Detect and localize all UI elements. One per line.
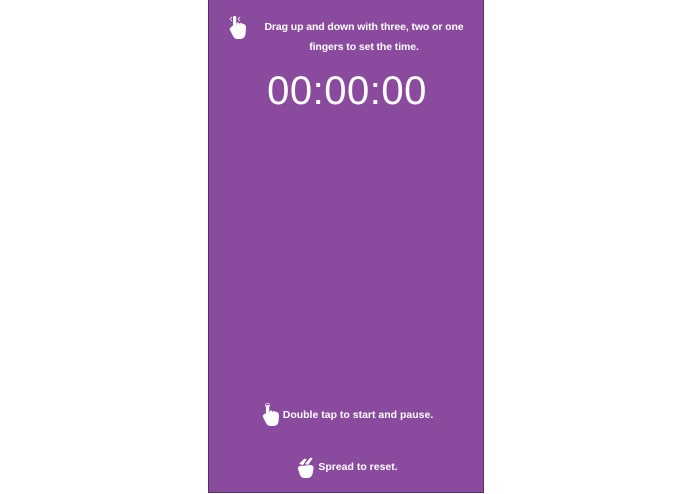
hand-spread-icon xyxy=(298,457,314,478)
timer-screen[interactable]: Drag up and down with three, two or one … xyxy=(208,0,484,493)
set-time-hint-text: Drag up and down with three, two or one … xyxy=(264,21,464,53)
page: Drag up and down with three, two or one … xyxy=(0,0,695,494)
reset-hint: Spread to reset. xyxy=(209,455,485,479)
reset-hint-text: Spread to reset. xyxy=(318,461,398,473)
hand-tap-icon xyxy=(262,403,279,426)
start-pause-hint-text: Double tap to start and pause. xyxy=(282,409,434,421)
set-time-hint: Drag up and down with three, two or one … xyxy=(225,14,475,58)
timer-display[interactable]: 00:00:00 xyxy=(209,68,485,114)
hand-drag-icon xyxy=(229,16,246,39)
start-pause-hint: Double tap to start and pause. xyxy=(209,403,485,427)
